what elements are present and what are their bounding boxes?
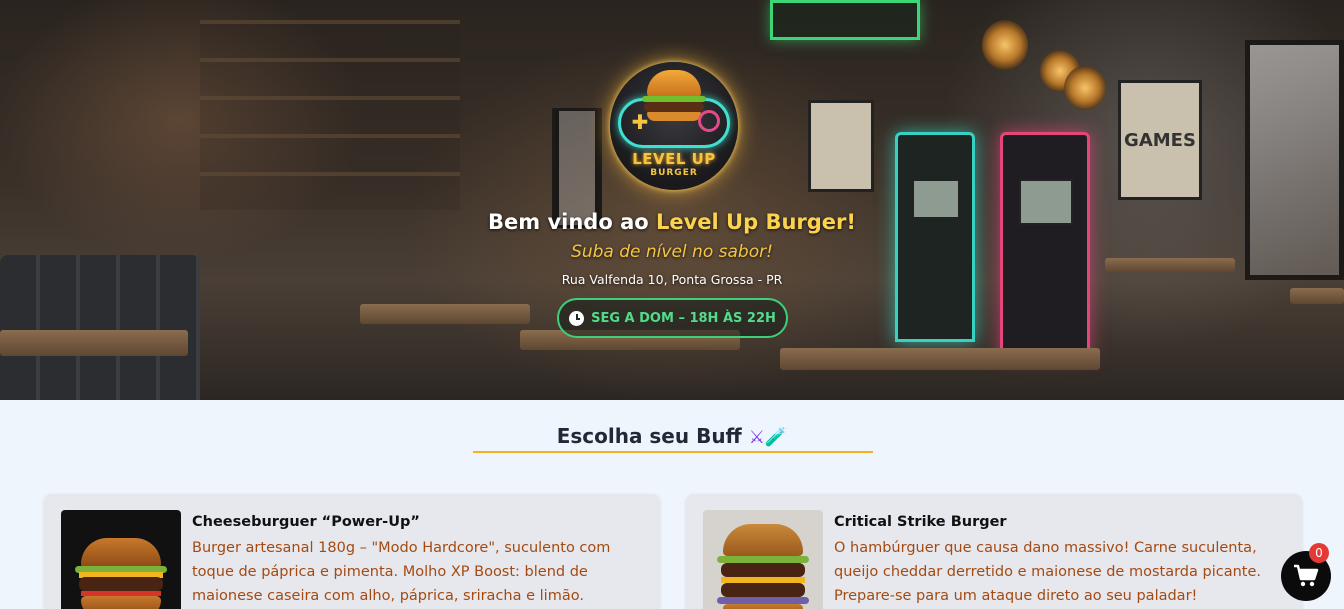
menu-item-name: Critical Strike Burger <box>834 514 1007 530</box>
arcade-cabinet <box>895 132 975 342</box>
menu-item-name: Cheeseburguer “Power-Up” <box>192 514 420 530</box>
menu-item-description: O hambúrguer que causa dano massivo! Car… <box>834 540 1261 604</box>
dpad-icon: ✚ <box>631 110 649 134</box>
pendant-lamp <box>982 20 1028 70</box>
pendant-lamp <box>1064 66 1106 110</box>
wall-poster <box>808 100 874 192</box>
hero-banner: GAMES ✚ LEVEL UP BURGER Bem vindo ao Lev… <box>0 0 1344 400</box>
brand-name: Level Up Burger! <box>655 210 856 234</box>
table <box>780 348 1100 370</box>
sword-potion-icon: ⚔🧪 <box>748 427 788 448</box>
section-title-text: Escolha seu Buff <box>556 424 742 448</box>
menu-item-card[interactable]: Critical Strike Burger O hambúrguer que … <box>686 494 1302 609</box>
menu-item-card[interactable]: Cheeseburguer “Power-Up” Burger artesana… <box>44 494 660 609</box>
neon-sign <box>770 0 920 40</box>
opening-hours-badge: SEG A DOM – 18H ÀS 22H <box>557 298 788 338</box>
games-poster: GAMES <box>1118 80 1202 200</box>
poster-text: GAMES <box>1124 129 1196 151</box>
section-title: Escolha seu Buff ⚔🧪 <box>472 424 872 448</box>
burger-image <box>703 510 823 609</box>
brand-logo: ✚ LEVEL UP BURGER <box>610 62 738 190</box>
logo-text: LEVEL UP <box>632 150 716 168</box>
table <box>1290 288 1344 304</box>
address: Rua Valfenda 10, Ponta Grossa - PR <box>561 272 783 287</box>
welcome-prefix: Bem vindo ao <box>488 210 656 234</box>
table <box>360 304 530 324</box>
clock-icon <box>569 310 585 326</box>
menu-item-description: Burger artesanal 180g – "Modo Hardcore",… <box>192 540 611 604</box>
table <box>0 330 188 356</box>
cart-count-badge: 0 <box>1309 543 1329 563</box>
logo-subtext: BURGER <box>650 168 698 178</box>
gamepad-buttons-icon <box>698 110 720 132</box>
tagline: Suba de nível no sabor! <box>571 242 773 262</box>
welcome-heading: Bem vindo ao Level Up Burger! <box>0 210 1344 234</box>
burger-image <box>61 510 181 609</box>
opening-hours-text: SEG A DOM – 18H ÀS 22H <box>591 310 776 326</box>
bar-shelf <box>200 20 460 210</box>
section-divider <box>473 451 873 453</box>
shopping-cart-icon <box>1294 564 1319 587</box>
